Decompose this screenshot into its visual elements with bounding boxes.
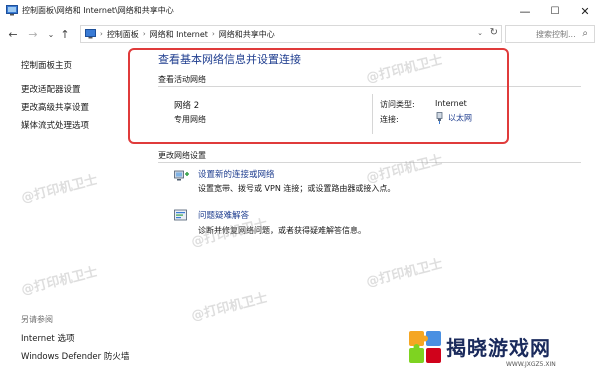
title-bar: 控制面板\网络和 Internet\网络和共享中心 — ☐ ✕ xyxy=(0,0,600,22)
change-settings-heading: 更改网络设置 xyxy=(158,151,206,160)
recent-locations-button[interactable]: ⌄ xyxy=(44,26,58,42)
up-button[interactable]: ↑ xyxy=(58,26,72,42)
breadcrumb-network-internet[interactable]: 网络和 Internet xyxy=(150,29,208,40)
left-navigation-pane: 控制面板主页 更改适配器设置 更改高级共享设置 媒体流式处理选项 另请参阅 In… xyxy=(0,46,140,375)
close-button[interactable]: ✕ xyxy=(570,0,600,22)
setup-new-connection-link[interactable]: 设置新的连接或网络 xyxy=(198,168,275,180)
see-also-internet-options[interactable]: Internet 选项 xyxy=(21,332,74,344)
see-also-heading: 另请参阅 xyxy=(21,315,53,324)
breadcrumb-separator[interactable]: › xyxy=(143,30,146,38)
brand-name: 揭晓游戏网 xyxy=(446,336,551,360)
see-also-firewall[interactable]: Windows Defender 防火墙 xyxy=(21,350,129,362)
forward-button[interactable]: → xyxy=(26,26,40,42)
control-panel-icon xyxy=(85,29,96,39)
sidebar-item-advanced-sharing[interactable]: 更改高级共享设置 xyxy=(21,101,89,113)
breadcrumb-control-panel[interactable]: 控制面板 xyxy=(107,29,139,40)
troubleshoot-icon xyxy=(174,209,187,221)
close-icon: ✕ xyxy=(580,4,590,18)
highlight-box xyxy=(128,48,509,144)
sidebar-item-control-panel-home[interactable]: 控制面板主页 xyxy=(21,59,72,71)
new-connection-icon xyxy=(174,170,189,181)
search-placeholder: 搜索控制... xyxy=(536,29,576,39)
refresh-icon[interactable]: ↻ xyxy=(490,27,498,38)
window-title: 控制面板\网络和 Internet\网络和共享中心 xyxy=(22,6,174,15)
breadcrumb-separator[interactable]: › xyxy=(212,30,215,38)
sidebar-item-media-streaming[interactable]: 媒体流式处理选项 xyxy=(21,119,89,131)
back-arrow-icon: ← xyxy=(8,27,18,41)
breadcrumb-network-sharing-center[interactable]: 网络和共享中心 xyxy=(219,29,275,40)
section-divider xyxy=(158,162,581,163)
minimize-icon: — xyxy=(519,4,531,18)
setup-new-connection-description: 设置宽带、拨号或 VPN 连接；或设置路由器或接入点。 xyxy=(198,184,396,193)
control-panel-icon xyxy=(6,5,18,16)
forward-arrow-icon: → xyxy=(28,27,38,41)
maximize-button[interactable]: ☐ xyxy=(540,0,570,22)
up-arrow-icon: ↑ xyxy=(60,27,70,41)
breadcrumb-separator: › xyxy=(100,30,103,38)
search-icon: ⌕ xyxy=(582,28,588,39)
search-input[interactable]: 搜索控制... ⌕ xyxy=(505,25,595,43)
brand-site-url: WWW.JXGZ5.XIN xyxy=(506,361,556,368)
address-bar[interactable]: › 控制面板 › 网络和 Internet › 网络和共享中心 ⌄ ↻ xyxy=(80,25,502,43)
main-content: 查看基本网络信息并设置连接 查看活动网络 网络 2 专用网络 访问类型: Int… xyxy=(128,46,600,375)
puzzle-logo-icon xyxy=(409,331,441,363)
address-dropdown-icon[interactable]: ⌄ xyxy=(477,29,483,37)
minimize-button[interactable]: — xyxy=(510,0,540,22)
maximize-icon: ☐ xyxy=(550,5,560,17)
address-row: ← → ⌄ ↑ › 控制面板 › 网络和 Internet › 网络和共享中心 … xyxy=(0,22,600,46)
site-logo: 揭晓游戏网 WWW.JXGZ5.XIN xyxy=(408,330,598,374)
sidebar-item-adapter-settings[interactable]: 更改适配器设置 xyxy=(21,83,81,95)
chevron-down-icon: ⌄ xyxy=(47,29,55,39)
back-button[interactable]: ← xyxy=(6,26,20,42)
